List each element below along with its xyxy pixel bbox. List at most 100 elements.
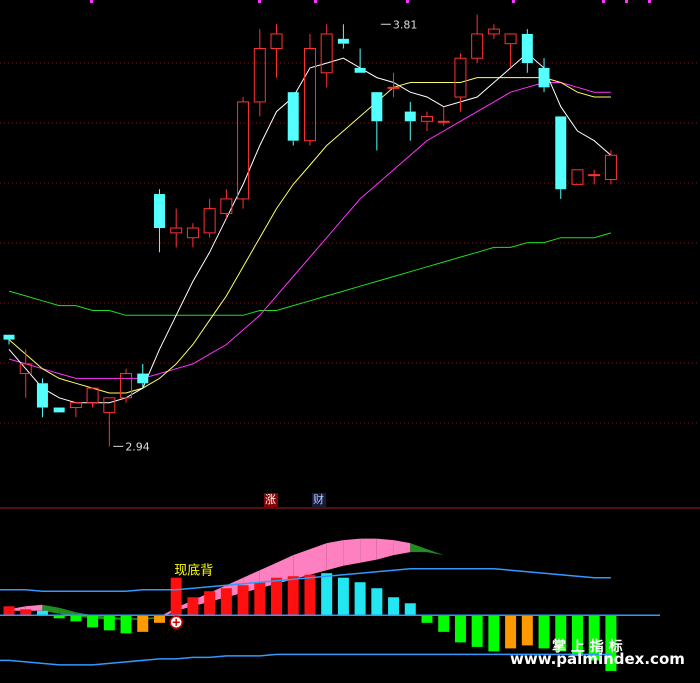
candle-body-16 [270, 33, 283, 50]
osc-bar-29 [488, 615, 500, 652]
zhang-marker-label: 涨 [265, 493, 276, 506]
osc-bar-19 [321, 573, 333, 616]
candle-body-18 [303, 48, 316, 142]
osc-bar-0 [3, 606, 15, 616]
band-segment-21 [360, 538, 377, 563]
top-tick-1 [258, 0, 261, 3]
ma5-line [8, 52, 612, 404]
candle-21 [354, 48, 366, 73]
candle-body-12 [203, 208, 216, 234]
osc-bar-24 [404, 603, 416, 616]
candle-body-35 [588, 174, 601, 177]
band-segment-34 [577, 598, 595, 605]
osc-bar-1 [20, 609, 32, 616]
candle-body-27 [454, 57, 467, 98]
candle-body-30 [504, 33, 517, 45]
candlesticks [3, 14, 617, 447]
candle-body-34 [571, 169, 584, 185]
osc-bar-12 [204, 591, 216, 616]
osc-bar-15 [254, 582, 266, 616]
osc-bar-20 [337, 577, 349, 616]
osc-bar-22 [371, 588, 383, 616]
candle-body-36 [604, 154, 617, 181]
osc-bar-10 [170, 577, 182, 616]
candle-31 [521, 29, 533, 73]
candle-body-31 [521, 33, 533, 64]
candle-body-33 [555, 116, 567, 190]
osc-bar-7 [120, 615, 132, 634]
top-pink-ticks [90, 0, 651, 3]
candle-12 [203, 198, 216, 238]
candle-body-8 [137, 373, 149, 384]
price-annotation-label-0: 3.81 [393, 18, 418, 31]
candle-22 [371, 92, 383, 151]
band-segment-22 [376, 538, 394, 560]
candle-body-25 [421, 115, 433, 122]
candle-15 [253, 29, 266, 117]
price-annotation-label-1: 2.94 [125, 440, 150, 453]
top-tick-6 [625, 0, 628, 3]
candle-1 [19, 349, 32, 398]
candle-16 [270, 24, 283, 78]
candle-29 [487, 24, 500, 39]
top-tick-0 [90, 0, 93, 3]
osc-bar-4 [70, 615, 82, 622]
candle-body-24 [404, 111, 416, 122]
candle-11 [186, 223, 199, 248]
candle-body-9 [153, 194, 165, 229]
top-tick-3 [406, 0, 409, 3]
osc-bar-31 [521, 615, 533, 646]
band-segment-27 [460, 559, 478, 566]
candle-8 [137, 363, 149, 389]
candle-6 [103, 397, 116, 447]
candle-2 [36, 378, 48, 418]
band-segment-17 [293, 549, 310, 580]
candle-body-10 [170, 227, 183, 234]
osc-bar-6 [103, 615, 115, 631]
band-segment-19 [326, 540, 344, 571]
candle-36 [604, 150, 617, 185]
candle-body-3 [53, 407, 65, 413]
band-segment-25 [427, 549, 444, 556]
candle-34 [571, 169, 584, 185]
candle-body-7 [120, 373, 133, 399]
osc-bar-13 [220, 588, 232, 616]
band-segment-30 [510, 576, 528, 583]
candle-18 [303, 33, 316, 146]
osc-bar-9 [153, 615, 165, 623]
osc-bar-28 [471, 615, 483, 647]
candle-body-5 [86, 387, 99, 404]
band-segment-29 [493, 571, 511, 577]
candle-body-29 [487, 28, 500, 35]
top-tick-2 [314, 0, 317, 3]
top-tick-7 [648, 0, 651, 3]
band-segment-32 [544, 588, 561, 595]
candle-body-19 [320, 33, 333, 74]
candle-30 [504, 33, 517, 68]
osc-bar-21 [354, 582, 366, 616]
cai-marker-label: 财 [313, 493, 324, 506]
osc-bar-5 [87, 615, 99, 628]
candle-13 [220, 189, 233, 219]
top-tick-5 [602, 0, 605, 3]
osc-bar-18 [304, 574, 316, 616]
ma20-line [8, 82, 611, 379]
candle-body-4 [69, 402, 82, 409]
candle-body-26 [437, 120, 450, 123]
ma10-line [8, 77, 611, 394]
candle-body-28 [471, 33, 484, 59]
candle-3 [53, 407, 65, 413]
candle-body-0 [3, 334, 15, 340]
band-segment-33 [560, 594, 578, 599]
candle-body-11 [186, 227, 199, 239]
candle-body-21 [354, 67, 366, 73]
candle-17 [287, 92, 299, 146]
moving-average-lines [8, 52, 612, 404]
candle-body-6 [103, 397, 116, 413]
candle-33 [555, 116, 567, 199]
chart-canvas: 3.81 2.94 现底背 [0, 0, 700, 671]
candle-9 [153, 189, 165, 253]
candle-body-23 [387, 86, 400, 89]
stock-chart: 3.81 2.94 现底背 涨 财 掌 上 指 标 www.palmindex.c… [0, 0, 700, 683]
osc-bar-14 [237, 585, 249, 616]
